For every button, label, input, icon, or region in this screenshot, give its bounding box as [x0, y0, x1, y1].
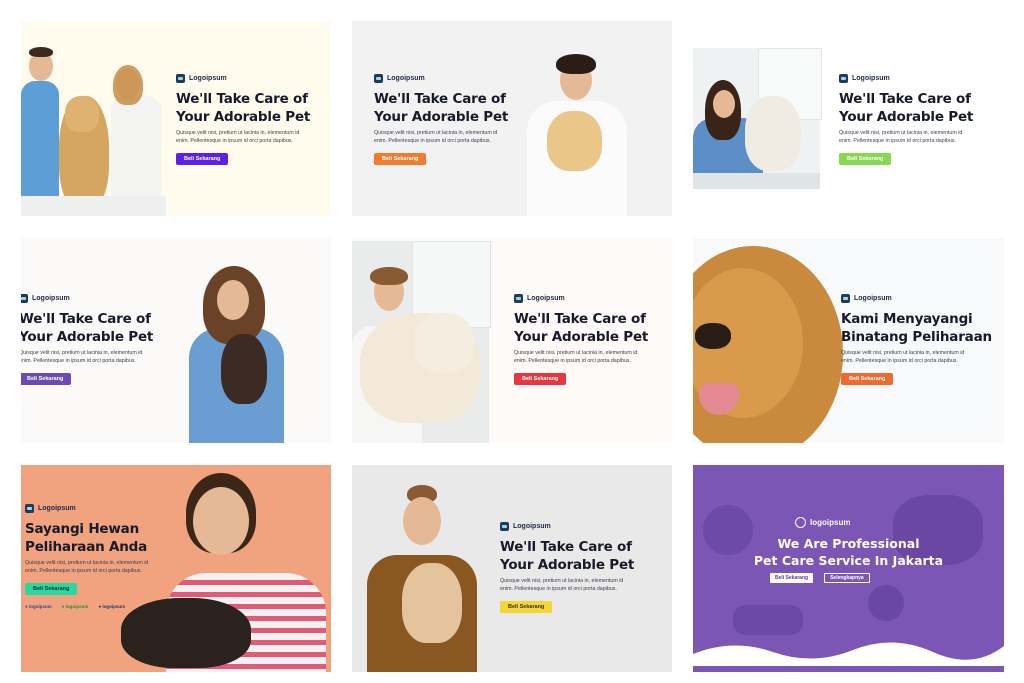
brand-logo: Logoipsum	[841, 294, 992, 303]
logo-icon	[839, 74, 848, 83]
partner-logo-2: ● logoipsum	[61, 604, 89, 609]
photo-vet-holding-puppy	[512, 46, 637, 216]
banner-heading: Sayangi Hewan Peliharaan Anda	[25, 521, 148, 555]
brand-logo: Logoipsum	[176, 74, 310, 83]
banner-body: Quisque velit nisi, pretium ut lacinia i…	[841, 350, 965, 364]
brand-logo: Logoipsum	[21, 294, 153, 303]
buy-now-button[interactable]: Beli Sekarang	[21, 373, 72, 385]
banner-body: Quisque velit nisi, pretium ut lacinia i…	[25, 560, 149, 574]
logo-icon	[176, 74, 185, 83]
brand-logo: Logoipsum	[514, 294, 648, 303]
banner-body: Quisque velit nisi, pretium ut lacinia i…	[514, 350, 638, 364]
buy-now-button[interactable]: Beli Sekarang	[514, 373, 567, 385]
banner-card-7: Logoipsum Sayangi Hewan Peliharaan Anda Q…	[21, 465, 331, 672]
banner-card-6: Logoipsum Kami Menyayangi Binatang Peliha…	[693, 238, 1004, 443]
banner-heading: We Are Professional Pet Care Service In …	[753, 536, 944, 568]
buy-now-button[interactable]: Beli Sekarang	[841, 373, 894, 385]
banner-heading: We'll Take Care of Your Adorable Pet	[374, 91, 509, 125]
photo-woman-with-chihuahua	[367, 485, 477, 672]
partner-logo-3: ● logoipsum	[98, 604, 126, 609]
banner-card-8: Logoipsum We'll Take Care of Your Adorabl…	[352, 465, 672, 672]
logo-icon	[374, 74, 383, 83]
banner-card-4: Logoipsum We'll Take Care of Your Adorabl…	[21, 238, 331, 443]
learn-more-button[interactable]: Selengkapnya	[824, 573, 870, 583]
photo-vet-with-white-dog	[693, 48, 822, 189]
banner-card-2: Logoipsum We'll Take Care of Your Adorabl…	[352, 21, 672, 216]
photo-golden-retriever-closeup	[693, 238, 853, 443]
logo-icon	[841, 294, 850, 303]
buy-now-button[interactable]: Beli Sekarang	[839, 153, 892, 165]
buy-now-button[interactable]: Beli Sekarang	[25, 583, 78, 595]
partner-logo-1: ● logoipsum	[25, 604, 52, 609]
wave-footer	[693, 642, 1004, 672]
banner-body: Quisque velit nisi, pretium ut lacinia i…	[21, 350, 143, 364]
banner-body: Quisque velit nisi, pretium ut lacinia i…	[839, 130, 963, 144]
banner-heading: We'll Take Care of Your Adorable Pet	[500, 539, 635, 573]
logo-icon	[514, 294, 523, 303]
banner-heading: We'll Take Care of Your Adorable Pet	[839, 91, 974, 125]
banner-card-5: Logoipsum We'll Take Care of Your Adorabl…	[352, 238, 672, 443]
photo-vet-with-golden-retriever	[352, 241, 491, 443]
banner-heading: We'll Take Care of Your Adorable Pet	[176, 91, 311, 125]
buy-now-button[interactable]: Beli Sekarang	[374, 153, 427, 165]
banner-body: Quisque velit nisi, pretium ut lacinia i…	[500, 578, 624, 592]
partner-logos: ● logoipsum ● logoipsum ● logoipsum	[25, 604, 148, 609]
brand-logo: Logoipsum	[374, 74, 508, 83]
photo-woman-with-small-dog	[181, 266, 291, 443]
brand-logo: Logoipsum	[500, 522, 634, 531]
banner-heading: Kami Menyayangi Binatang Peliharaan	[841, 311, 992, 345]
banner-card-3: Logoipsum We'll Take Care of Your Adorabl…	[693, 21, 1004, 216]
logo-icon	[25, 504, 34, 513]
banner-card-9: logoipsum We Are Professional Pet Care S…	[693, 465, 1004, 672]
photo-woman-with-puppy	[121, 473, 331, 672]
photo-vets-with-dog	[21, 21, 166, 216]
logo-icon	[21, 294, 28, 303]
logo-icon	[500, 522, 509, 531]
buy-now-button[interactable]: Beli Sekarang	[770, 573, 814, 583]
logo-icon	[795, 517, 806, 528]
buy-now-button[interactable]: Beli Sekarang	[500, 601, 553, 613]
brand-logo: logoipsum	[795, 517, 850, 528]
buy-now-button[interactable]: Beli Sekarang	[176, 153, 229, 165]
brand-logo: Logoipsum	[839, 74, 973, 83]
banner-body: Quisque velit nisi, pretium ut lacinia i…	[176, 130, 300, 144]
banner-card-1: Logoipsum We'll Take Care of Your Adorabl…	[21, 21, 331, 216]
brand-logo: Logoipsum	[25, 504, 148, 513]
banner-body: Quisque velit nisi, pretium ut lacinia i…	[374, 130, 498, 144]
banner-heading: We'll Take Care of Your Adorable Pet	[21, 311, 154, 345]
banner-heading: We'll Take Care of Your Adorable Pet	[514, 311, 649, 345]
